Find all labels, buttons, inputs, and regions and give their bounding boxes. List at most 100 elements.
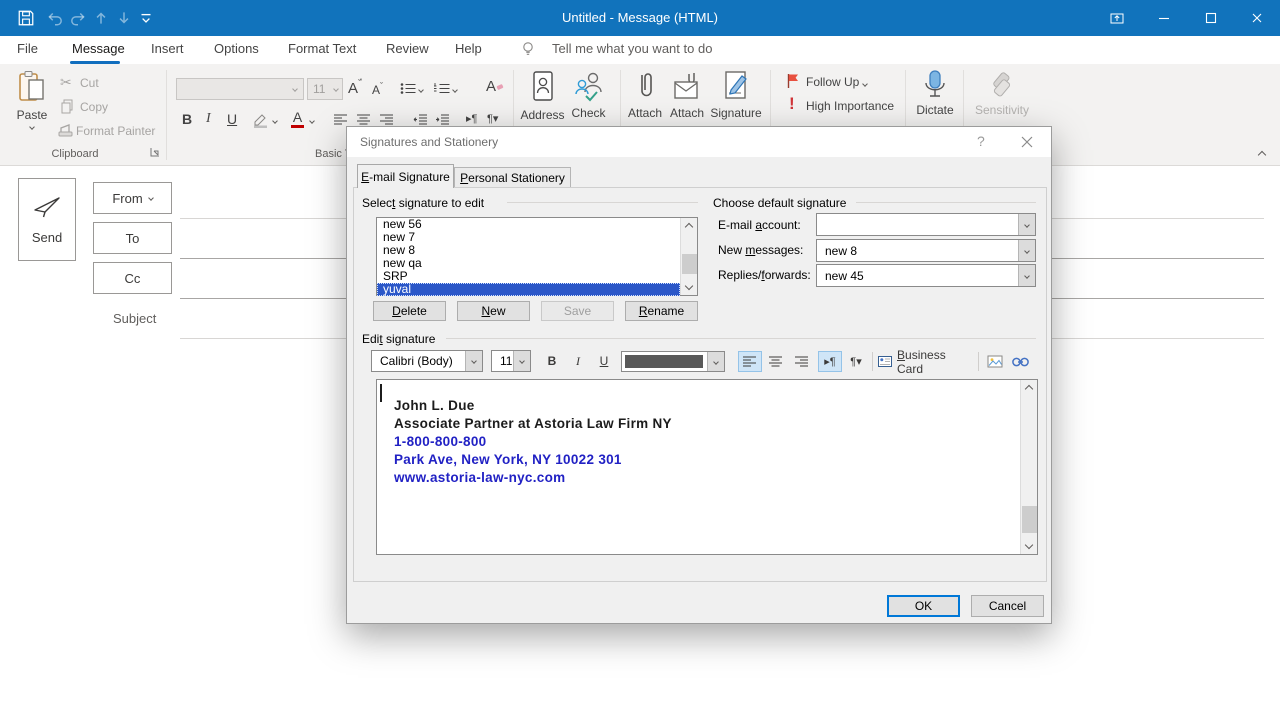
scrollbar-thumb[interactable] <box>1022 506 1037 533</box>
collapse-ribbon-icon[interactable] <box>1257 150 1267 160</box>
signature-editor[interactable]: John L. Due Associate Partner at Astoria… <box>376 379 1038 555</box>
minimize-button[interactable] <box>1141 0 1187 36</box>
rename-button[interactable]: Rename <box>625 301 698 321</box>
cancel-button[interactable]: Cancel <box>971 595 1044 617</box>
send-button[interactable]: Send <box>18 178 76 261</box>
list-item[interactable]: new qa <box>377 257 680 270</box>
italic-button[interactable]: I <box>567 351 589 371</box>
font-size-combo[interactable]: 11 <box>307 78 343 100</box>
list-item-selected[interactable]: yuval <box>377 283 680 296</box>
bullets-dropdown-icon[interactable] <box>418 87 424 93</box>
ribbon-display-options-icon[interactable] <box>1094 0 1140 36</box>
underline-button[interactable]: U <box>227 111 237 127</box>
font-color-button[interactable]: A <box>291 109 304 128</box>
decrease-indent-button[interactable] <box>413 114 428 126</box>
tab-options[interactable]: Options <box>214 36 259 64</box>
address-book-button[interactable]: Address <box>520 70 565 122</box>
italic-button[interactable]: I <box>206 111 211 127</box>
signature-font-combo[interactable]: Calibri (Body) <box>371 350 483 372</box>
business-card-button[interactable]: Business Card <box>878 348 974 376</box>
right-to-left-button[interactable]: ¶▾ <box>487 112 498 125</box>
left-to-right-button[interactable]: ▸¶ <box>466 112 477 125</box>
tab-review[interactable]: Review <box>386 36 429 64</box>
attach-item-button[interactable]: Attach <box>666 70 708 120</box>
scroll-down-icon[interactable] <box>681 280 697 295</box>
cut-button[interactable]: Cut <box>80 76 99 90</box>
to-button[interactable]: To <box>93 222 172 254</box>
attach-file-button[interactable]: Attach <box>624 70 666 120</box>
tell-me-search[interactable]: Tell me what you want to do <box>552 36 712 64</box>
align-right-button[interactable] <box>790 351 814 372</box>
list-item[interactable]: new 7 <box>377 231 680 244</box>
tab-personal-stationery[interactable]: Personal Stationery <box>454 167 571 188</box>
chevron-down-icon[interactable] <box>1018 240 1035 261</box>
delete-button[interactable]: Delete <box>373 301 446 321</box>
increase-indent-button[interactable] <box>435 114 450 126</box>
bold-button[interactable]: B <box>541 351 563 371</box>
align-center-button[interactable] <box>764 351 788 372</box>
signature-button[interactable]: Signature <box>710 70 762 120</box>
close-button[interactable] <box>1234 0 1280 36</box>
tab-email-signature[interactable]: E-mail Signature <box>357 164 454 188</box>
follow-up-button[interactable]: Follow Up <box>806 75 868 89</box>
font-name-combo[interactable] <box>176 78 304 100</box>
grow-font-button[interactable]: Aˇ̊ <box>348 78 361 97</box>
font-color-dropdown-icon[interactable] <box>309 118 315 124</box>
from-button[interactable]: From <box>93 182 172 214</box>
dialog-titlebar[interactable]: Signatures and Stationery ? <box>347 127 1051 157</box>
scroll-down-icon[interactable] <box>1021 539 1037 554</box>
email-account-combo[interactable] <box>816 213 1036 236</box>
insert-hyperlink-button[interactable] <box>1009 351 1032 372</box>
numbering-dropdown-icon[interactable] <box>452 87 458 93</box>
tab-file[interactable]: File <box>17 36 38 64</box>
scrollbar-thumb[interactable] <box>682 254 697 274</box>
new-messages-combo[interactable]: new 8 <box>816 239 1036 262</box>
high-importance-button[interactable]: High Importance <box>806 99 894 113</box>
sensitivity-button[interactable]: Sensitivity <box>972 70 1032 117</box>
scroll-up-icon[interactable] <box>681 218 697 233</box>
tab-message[interactable]: Message <box>72 36 125 64</box>
chevron-down-icon[interactable] <box>1018 265 1035 286</box>
list-item[interactable]: new 56 <box>377 218 680 231</box>
align-center-button[interactable] <box>357 114 371 126</box>
align-right-button[interactable] <box>380 114 394 126</box>
left-to-right-button[interactable]: ▸¶ <box>818 351 842 372</box>
numbering-button[interactable] <box>434 82 450 95</box>
list-item[interactable]: SRP <box>377 270 680 283</box>
chevron-down-icon[interactable] <box>465 351 482 371</box>
bold-button[interactable]: B <box>182 111 192 127</box>
align-left-button[interactable] <box>738 351 762 372</box>
replies-forwards-combo[interactable]: new 45 <box>816 264 1036 287</box>
tab-insert[interactable]: Insert <box>151 36 184 64</box>
clipboard-dialog-launcher-icon[interactable] <box>150 147 160 157</box>
help-button[interactable]: ? <box>977 133 985 149</box>
chevron-down-icon[interactable] <box>1018 214 1035 235</box>
ok-button[interactable]: OK <box>887 595 960 617</box>
underline-button[interactable]: U <box>593 351 615 371</box>
maximize-button[interactable] <box>1188 0 1234 36</box>
format-painter-button[interactable]: Format Painter <box>76 124 155 138</box>
right-to-left-button[interactable]: ¶▾ <box>844 351 868 372</box>
tab-format-text[interactable]: Format Text <box>288 36 356 64</box>
new-button[interactable]: New <box>457 301 530 321</box>
paste-button[interactable]: Paste <box>10 70 54 144</box>
dictate-button[interactable]: Dictate <box>912 70 958 117</box>
chevron-down-icon[interactable] <box>707 352 724 371</box>
align-left-button[interactable] <box>334 114 348 126</box>
insert-picture-button[interactable] <box>984 351 1007 372</box>
shrink-font-button[interactable]: Aˇ <box>372 81 383 97</box>
dialog-close-icon[interactable] <box>1021 136 1033 148</box>
save-button[interactable]: Save <box>541 301 614 321</box>
font-color-combo[interactable] <box>621 351 725 372</box>
tab-help[interactable]: Help <box>455 36 482 64</box>
list-item[interactable]: new 8 <box>377 244 680 257</box>
scroll-up-icon[interactable] <box>1021 380 1037 395</box>
signature-size-combo[interactable]: 11 <box>491 350 531 372</box>
highlight-dropdown-icon[interactable] <box>272 118 278 124</box>
editor-scrollbar[interactable] <box>1020 380 1037 554</box>
copy-button[interactable]: Copy <box>80 100 108 114</box>
check-names-button[interactable]: Check <box>566 70 611 120</box>
list-scrollbar[interactable] <box>680 218 697 295</box>
bullets-button[interactable] <box>400 82 416 95</box>
highlight-color-button[interactable] <box>252 113 269 128</box>
